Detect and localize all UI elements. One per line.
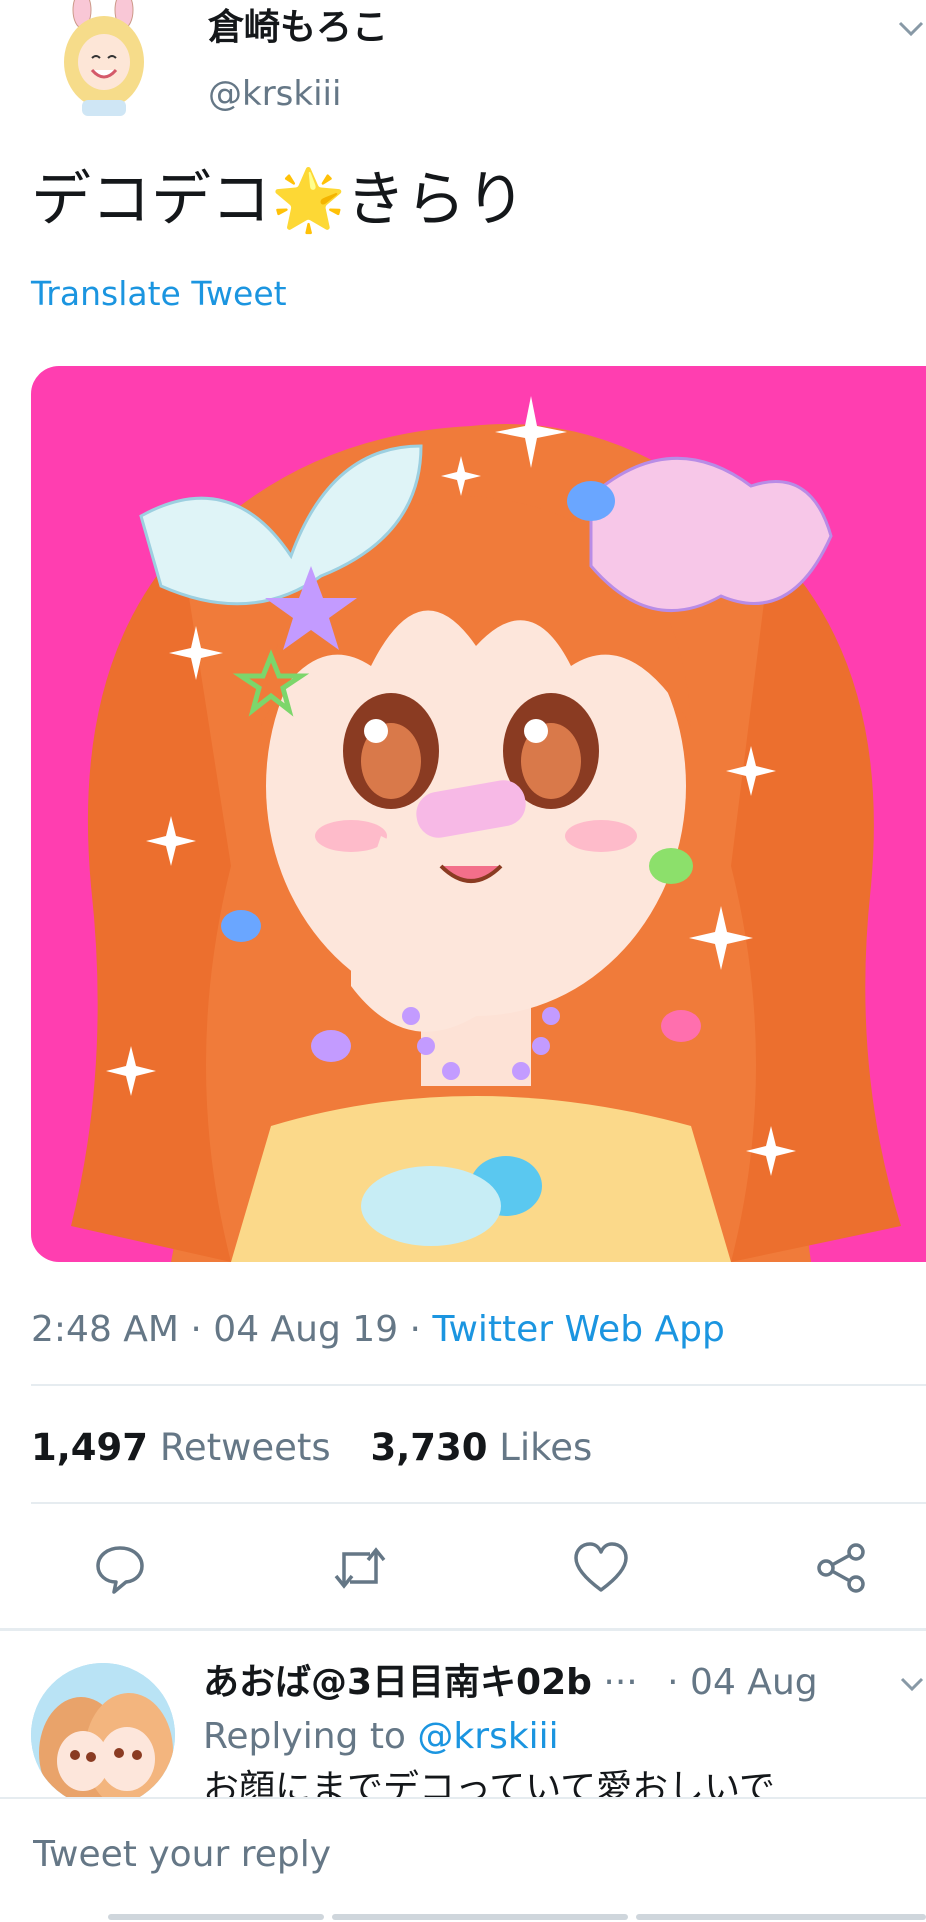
heart-icon	[574, 1542, 628, 1592]
tweet-source-link[interactable]: Twitter Web App	[432, 1309, 724, 1350]
tweet-timestamp[interactable]: 2:48 AM · 04 Aug 19 ·	[31, 1309, 421, 1350]
like-action-button[interactable]	[572, 1540, 630, 1596]
likes-count: 3,730	[370, 1426, 488, 1469]
star-emoji: 🌟	[271, 165, 346, 235]
chevron-down-icon[interactable]	[896, 14, 926, 44]
reply-input[interactable]	[31, 1823, 895, 1885]
tweet-text: デコデコ🌟きらり	[31, 164, 526, 236]
author-avatar[interactable]	[52, 0, 156, 122]
retweet-icon	[334, 1547, 386, 1589]
tweet-text-part1: デコデコ	[31, 165, 271, 235]
translate-tweet-link[interactable]: Translate Tweet	[31, 272, 287, 316]
retweets-stat[interactable]: 1,497 Retweets	[31, 1426, 331, 1469]
reply-action-button[interactable]	[92, 1540, 148, 1596]
reply-composer	[0, 1797, 926, 1922]
retweets-count: 1,497	[31, 1426, 149, 1469]
tweet-stats: 1,497 Retweets 3,730 Likes	[31, 1424, 592, 1472]
tweet-image[interactable]	[31, 366, 926, 1262]
reply-date[interactable]: · 04 Aug	[667, 1662, 817, 1703]
share-action-button[interactable]	[812, 1540, 870, 1596]
author-name[interactable]: 倉崎もろこ	[208, 6, 388, 50]
likes-stat[interactable]: 3,730 Likes	[370, 1426, 592, 1469]
bottom-bar	[0, 1910, 926, 1922]
likes-label: Likes	[499, 1426, 593, 1469]
tweet-text-part2: きらり	[345, 165, 526, 235]
share-icon	[817, 1543, 865, 1593]
more-icon[interactable]: ···	[603, 1662, 637, 1703]
author-handle[interactable]: @krskiii	[208, 72, 341, 116]
reply-item[interactable]: あおば@3日目南キ02b ··· · 04 Aug Replying to @k…	[0, 1631, 926, 1797]
comment-icon	[96, 1546, 144, 1594]
replying-to: Replying to @krskiii	[203, 1713, 559, 1761]
illustration-svg	[31, 366, 926, 1262]
tweet-meta: 2:48 AM · 04 Aug 19 · Twitter Web App	[31, 1306, 725, 1354]
reply-author[interactable]: あおば@3日目南キ02b	[203, 1662, 592, 1703]
divider	[31, 1384, 926, 1386]
reply-avatar[interactable]	[31, 1663, 175, 1797]
divider	[31, 1502, 926, 1504]
replying-handle[interactable]: @krskiii	[417, 1716, 558, 1757]
reply-text-preview: お顔にまでデコっていて愛おしいで	[203, 1768, 776, 1797]
retweet-action-button[interactable]	[330, 1540, 390, 1596]
reply-header: あおば@3日目南キ02b ··· · 04 Aug	[203, 1659, 818, 1707]
retweets-label: Retweets	[159, 1426, 331, 1469]
reply-chevron-down-icon[interactable]	[898, 1671, 926, 1699]
replying-prefix: Replying to	[203, 1716, 406, 1757]
